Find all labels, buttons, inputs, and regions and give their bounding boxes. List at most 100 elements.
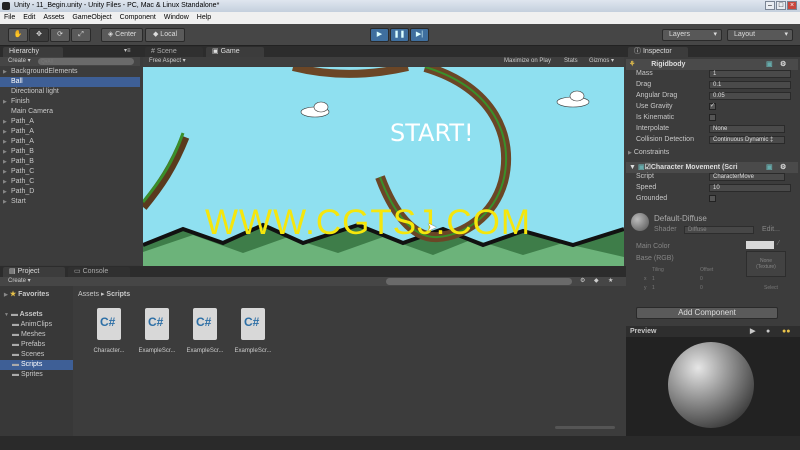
- field-checkbox[interactable]: ✓: [709, 103, 716, 110]
- main-color-swatch[interactable]: [746, 241, 774, 249]
- pause-button[interactable]: ❚❚: [390, 28, 409, 42]
- hierarchy-item[interactable]: ▶ Path_B: [0, 147, 140, 157]
- pivot-local-button[interactable]: ◆ Local: [145, 28, 185, 42]
- hierarchy-item[interactable]: ▶ Start: [0, 197, 140, 207]
- menu-file[interactable]: File: [0, 12, 19, 24]
- eyedropper-icon[interactable]: ⁄: [778, 240, 779, 247]
- expand-icon[interactable]: ▶: [3, 117, 9, 127]
- folder-item-prefabs[interactable]: ▬ Prefabs: [0, 340, 73, 350]
- icon-size-slider[interactable]: [555, 426, 615, 429]
- expand-icon[interactable]: ▶: [3, 187, 9, 197]
- hierarchy-item[interactable]: Directional light: [0, 87, 140, 97]
- hand-tool-button[interactable]: ✋: [8, 28, 28, 42]
- folder-item-animclips[interactable]: ▬ AnimClips: [0, 320, 73, 330]
- field-dropdown[interactable]: Continuous Dynamic ‡: [709, 136, 785, 144]
- folder-item-scenes[interactable]: ▬ Scenes: [0, 350, 73, 360]
- field-checkbox[interactable]: [709, 114, 716, 121]
- field-object[interactable]: CharacterMove: [709, 173, 785, 181]
- filter-label-icon[interactable]: ◆: [594, 277, 599, 286]
- expand-icon[interactable]: ▶: [3, 147, 9, 157]
- rotate-tool-button[interactable]: ⟳: [50, 28, 70, 42]
- menu-assets[interactable]: Assets: [39, 12, 68, 24]
- tab-inspector[interactable]: ⓘ Inspector: [628, 47, 688, 57]
- game-view[interactable]: START! WWW.CGTSJ.COM ➤: [143, 67, 624, 266]
- field-dropdown[interactable]: None: [709, 125, 785, 133]
- assets-node[interactable]: ▼ ▬ Assets: [4, 310, 43, 320]
- maximize-button[interactable]: □: [776, 1, 786, 10]
- expand-icon[interactable]: ▶: [3, 97, 9, 107]
- breadcrumb-scripts[interactable]: Scripts: [106, 291, 130, 298]
- move-tool-button[interactable]: ✥: [29, 28, 49, 42]
- maximize-on-play-toggle[interactable]: Maximize on Play: [504, 57, 551, 66]
- hierarchy-item[interactable]: Main Camera: [0, 107, 140, 117]
- folder-item-meshes[interactable]: ▬ Meshes: [0, 330, 73, 340]
- gear-icon[interactable]: ⚙: [780, 59, 786, 70]
- hierarchy-item[interactable]: ▶ Finish: [0, 97, 140, 107]
- expand-icon[interactable]: ▶: [3, 137, 9, 147]
- tab-console[interactable]: ▭ Console: [68, 267, 130, 277]
- project-create-button[interactable]: Create ▾: [8, 278, 31, 284]
- hierarchy-item[interactable]: ▶ Path_D: [0, 187, 140, 197]
- expand-icon[interactable]: ▶: [3, 167, 9, 177]
- expand-icon[interactable]: ▶: [3, 157, 9, 167]
- close-button[interactable]: ×: [787, 1, 797, 10]
- field-input[interactable]: 0.1: [709, 81, 791, 89]
- menu-gameobject[interactable]: GameObject: [68, 12, 115, 24]
- folder-item-sprites[interactable]: ▬ Sprites: [0, 370, 73, 380]
- expand-icon[interactable]: ▶: [3, 197, 9, 207]
- pivot-center-button[interactable]: ◈ Center: [101, 28, 143, 42]
- folder-item-scripts[interactable]: ▬ Scripts: [0, 360, 73, 370]
- hierarchy-item[interactable]: ▶ Path_C: [0, 177, 140, 187]
- tiling-x-field[interactable]: 1: [652, 276, 655, 282]
- tiling-y-field[interactable]: 1: [652, 285, 655, 291]
- tab-scene[interactable]: # Scene: [145, 47, 203, 57]
- stats-toggle[interactable]: Stats: [564, 57, 578, 66]
- tab-hierarchy[interactable]: Hierarchy: [3, 47, 63, 57]
- script-file[interactable]: C# ExampleScr...: [136, 308, 176, 358]
- panel-menu-icon[interactable]: ▾≡: [124, 47, 131, 54]
- hierarchy-search-input[interactable]: [38, 58, 134, 65]
- hierarchy-create-button[interactable]: Create ▾: [8, 58, 31, 64]
- menu-edit[interactable]: Edit: [19, 12, 39, 24]
- script-file[interactable]: C# Character...: [88, 308, 128, 358]
- hierarchy-item[interactable]: ▶ BackgroundElements: [0, 67, 140, 77]
- favorite-star-icon[interactable]: ★: [608, 277, 613, 286]
- breadcrumb-assets[interactable]: Assets: [78, 291, 99, 298]
- field-input[interactable]: 10: [709, 184, 791, 192]
- gear-icon[interactable]: ⚙: [780, 162, 786, 173]
- texture-slot[interactable]: None (Texture): [746, 251, 786, 277]
- hierarchy-item[interactable]: ▶ Path_C: [0, 167, 140, 177]
- hierarchy-item[interactable]: ▶ Path_A: [0, 137, 140, 147]
- menu-window[interactable]: Window: [160, 12, 193, 24]
- layers-dropdown[interactable]: Layers ▾: [662, 29, 722, 41]
- script-file[interactable]: C# ExampleScr...: [232, 308, 272, 358]
- tab-game[interactable]: ▣ Game: [206, 47, 264, 57]
- shader-dropdown[interactable]: Diffuse: [684, 226, 754, 234]
- light-preview-icon[interactable]: ●●: [782, 326, 790, 337]
- menu-component[interactable]: Component: [116, 12, 160, 24]
- tab-project[interactable]: ▤ Project: [3, 267, 65, 277]
- sphere-preview-icon[interactable]: ●: [766, 326, 770, 337]
- step-button[interactable]: ▶|: [410, 28, 429, 42]
- help-icon[interactable]: ▣: [766, 59, 773, 70]
- script-file[interactable]: C# ExampleScr...: [184, 308, 224, 358]
- layout-dropdown[interactable]: Layout ▾: [727, 29, 793, 41]
- edit-button[interactable]: Edit...: [762, 226, 780, 233]
- play-button[interactable]: ▶: [370, 28, 389, 42]
- menu-help[interactable]: Help: [193, 12, 215, 24]
- constraints-foldout[interactable]: ▶ Constraints: [628, 148, 669, 158]
- hierarchy-item[interactable]: Ball: [0, 77, 140, 87]
- offset-y-field[interactable]: 0: [700, 285, 703, 291]
- field-input[interactable]: 0.05: [709, 92, 791, 100]
- gizmos-dropdown[interactable]: Gizmos ▾: [589, 57, 614, 66]
- preview-area[interactable]: [626, 337, 800, 437]
- offset-x-field[interactable]: 0: [700, 276, 703, 282]
- expand-icon[interactable]: ▶: [3, 177, 9, 187]
- project-search-input[interactable]: [386, 278, 572, 285]
- hierarchy-item[interactable]: ▶ Path_A: [0, 117, 140, 127]
- hierarchy-item[interactable]: ▶ Path_B: [0, 157, 140, 167]
- aspect-dropdown[interactable]: Free Aspect ▾: [149, 58, 186, 64]
- add-component-button[interactable]: Add Component: [636, 307, 778, 319]
- field-checkbox[interactable]: [709, 195, 716, 202]
- scale-tool-button[interactable]: ⤢: [71, 28, 91, 42]
